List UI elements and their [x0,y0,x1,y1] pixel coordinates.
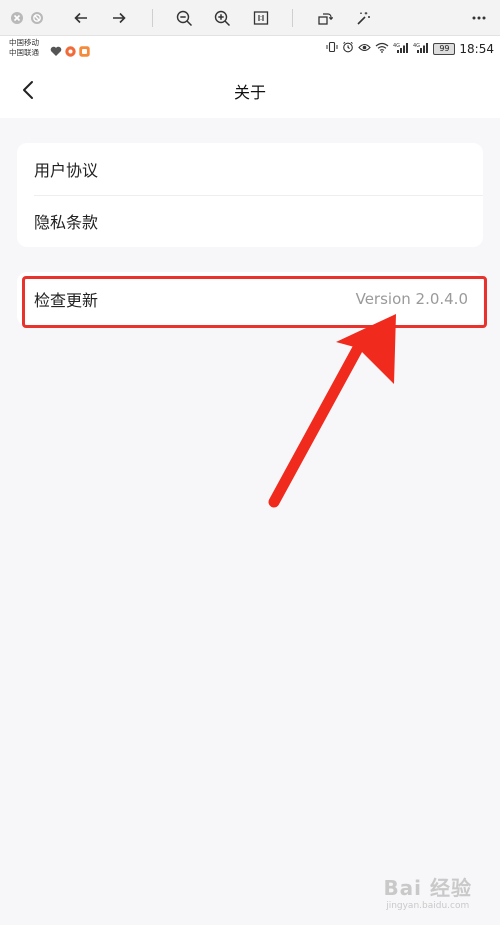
alarm-icon [342,41,354,56]
svg-text:4G: 4G [393,43,400,49]
toolbar-divider [152,9,153,27]
svg-text:4G: 4G [413,43,420,49]
item-label: 隐私条款 [34,213,99,232]
signal-4g-icon: 4G [413,42,429,56]
privacy-policy-item[interactable]: 隐私条款 [17,195,483,247]
close-circle-icon[interactable] [6,7,28,29]
signal-4g-icon: 4G [393,42,409,56]
toolbar-divider [292,9,293,27]
rotate-icon[interactable] [314,7,336,29]
vibrate-icon [326,41,338,56]
heart-icon [50,42,62,61]
zoom-out-icon[interactable] [173,7,195,29]
app-notification-icon [79,42,90,61]
battery-indicator: 99 [433,42,456,55]
watermark: Bai 经验 jingyan.baidu.com [383,872,472,911]
block-circle-icon[interactable] [26,7,48,29]
legal-card: 用户协议 隐私条款 [17,143,483,247]
wifi-icon [375,42,389,56]
system-status: 4G 4G 99 18:54 [326,41,494,56]
arrow-right-icon[interactable] [108,7,130,29]
actual-size-icon[interactable] [250,7,272,29]
notification-icons [50,42,90,61]
app-notification-icon [65,42,76,61]
carrier-name: 中国联通 [9,48,39,57]
clock: 18:54 [459,41,494,56]
image-viewer-toolbar [0,0,500,36]
highlight-box [22,276,487,328]
page-title: 关于 [233,83,266,102]
eye-icon [358,42,372,56]
zoom-in-icon[interactable] [211,7,233,29]
carrier-name: 中国移动 [9,38,39,47]
magic-wand-icon[interactable] [352,7,374,29]
carrier-info: 中国移动 中国联通 [9,38,39,58]
watermark-brand: Bai 经验 [383,876,472,900]
annotation-arrow-icon [268,314,396,508]
user-agreement-item[interactable]: 用户协议 [17,143,483,195]
status-bar: 中国移动 中国联通 4G 4G 99 18:54 [0,36,500,62]
arrow-left-icon[interactable] [70,7,92,29]
app-header: 关于 [0,62,500,118]
item-label: 用户协议 [34,161,99,180]
more-icon[interactable] [468,7,490,29]
watermark-url: jingyan.baidu.com [386,901,470,911]
